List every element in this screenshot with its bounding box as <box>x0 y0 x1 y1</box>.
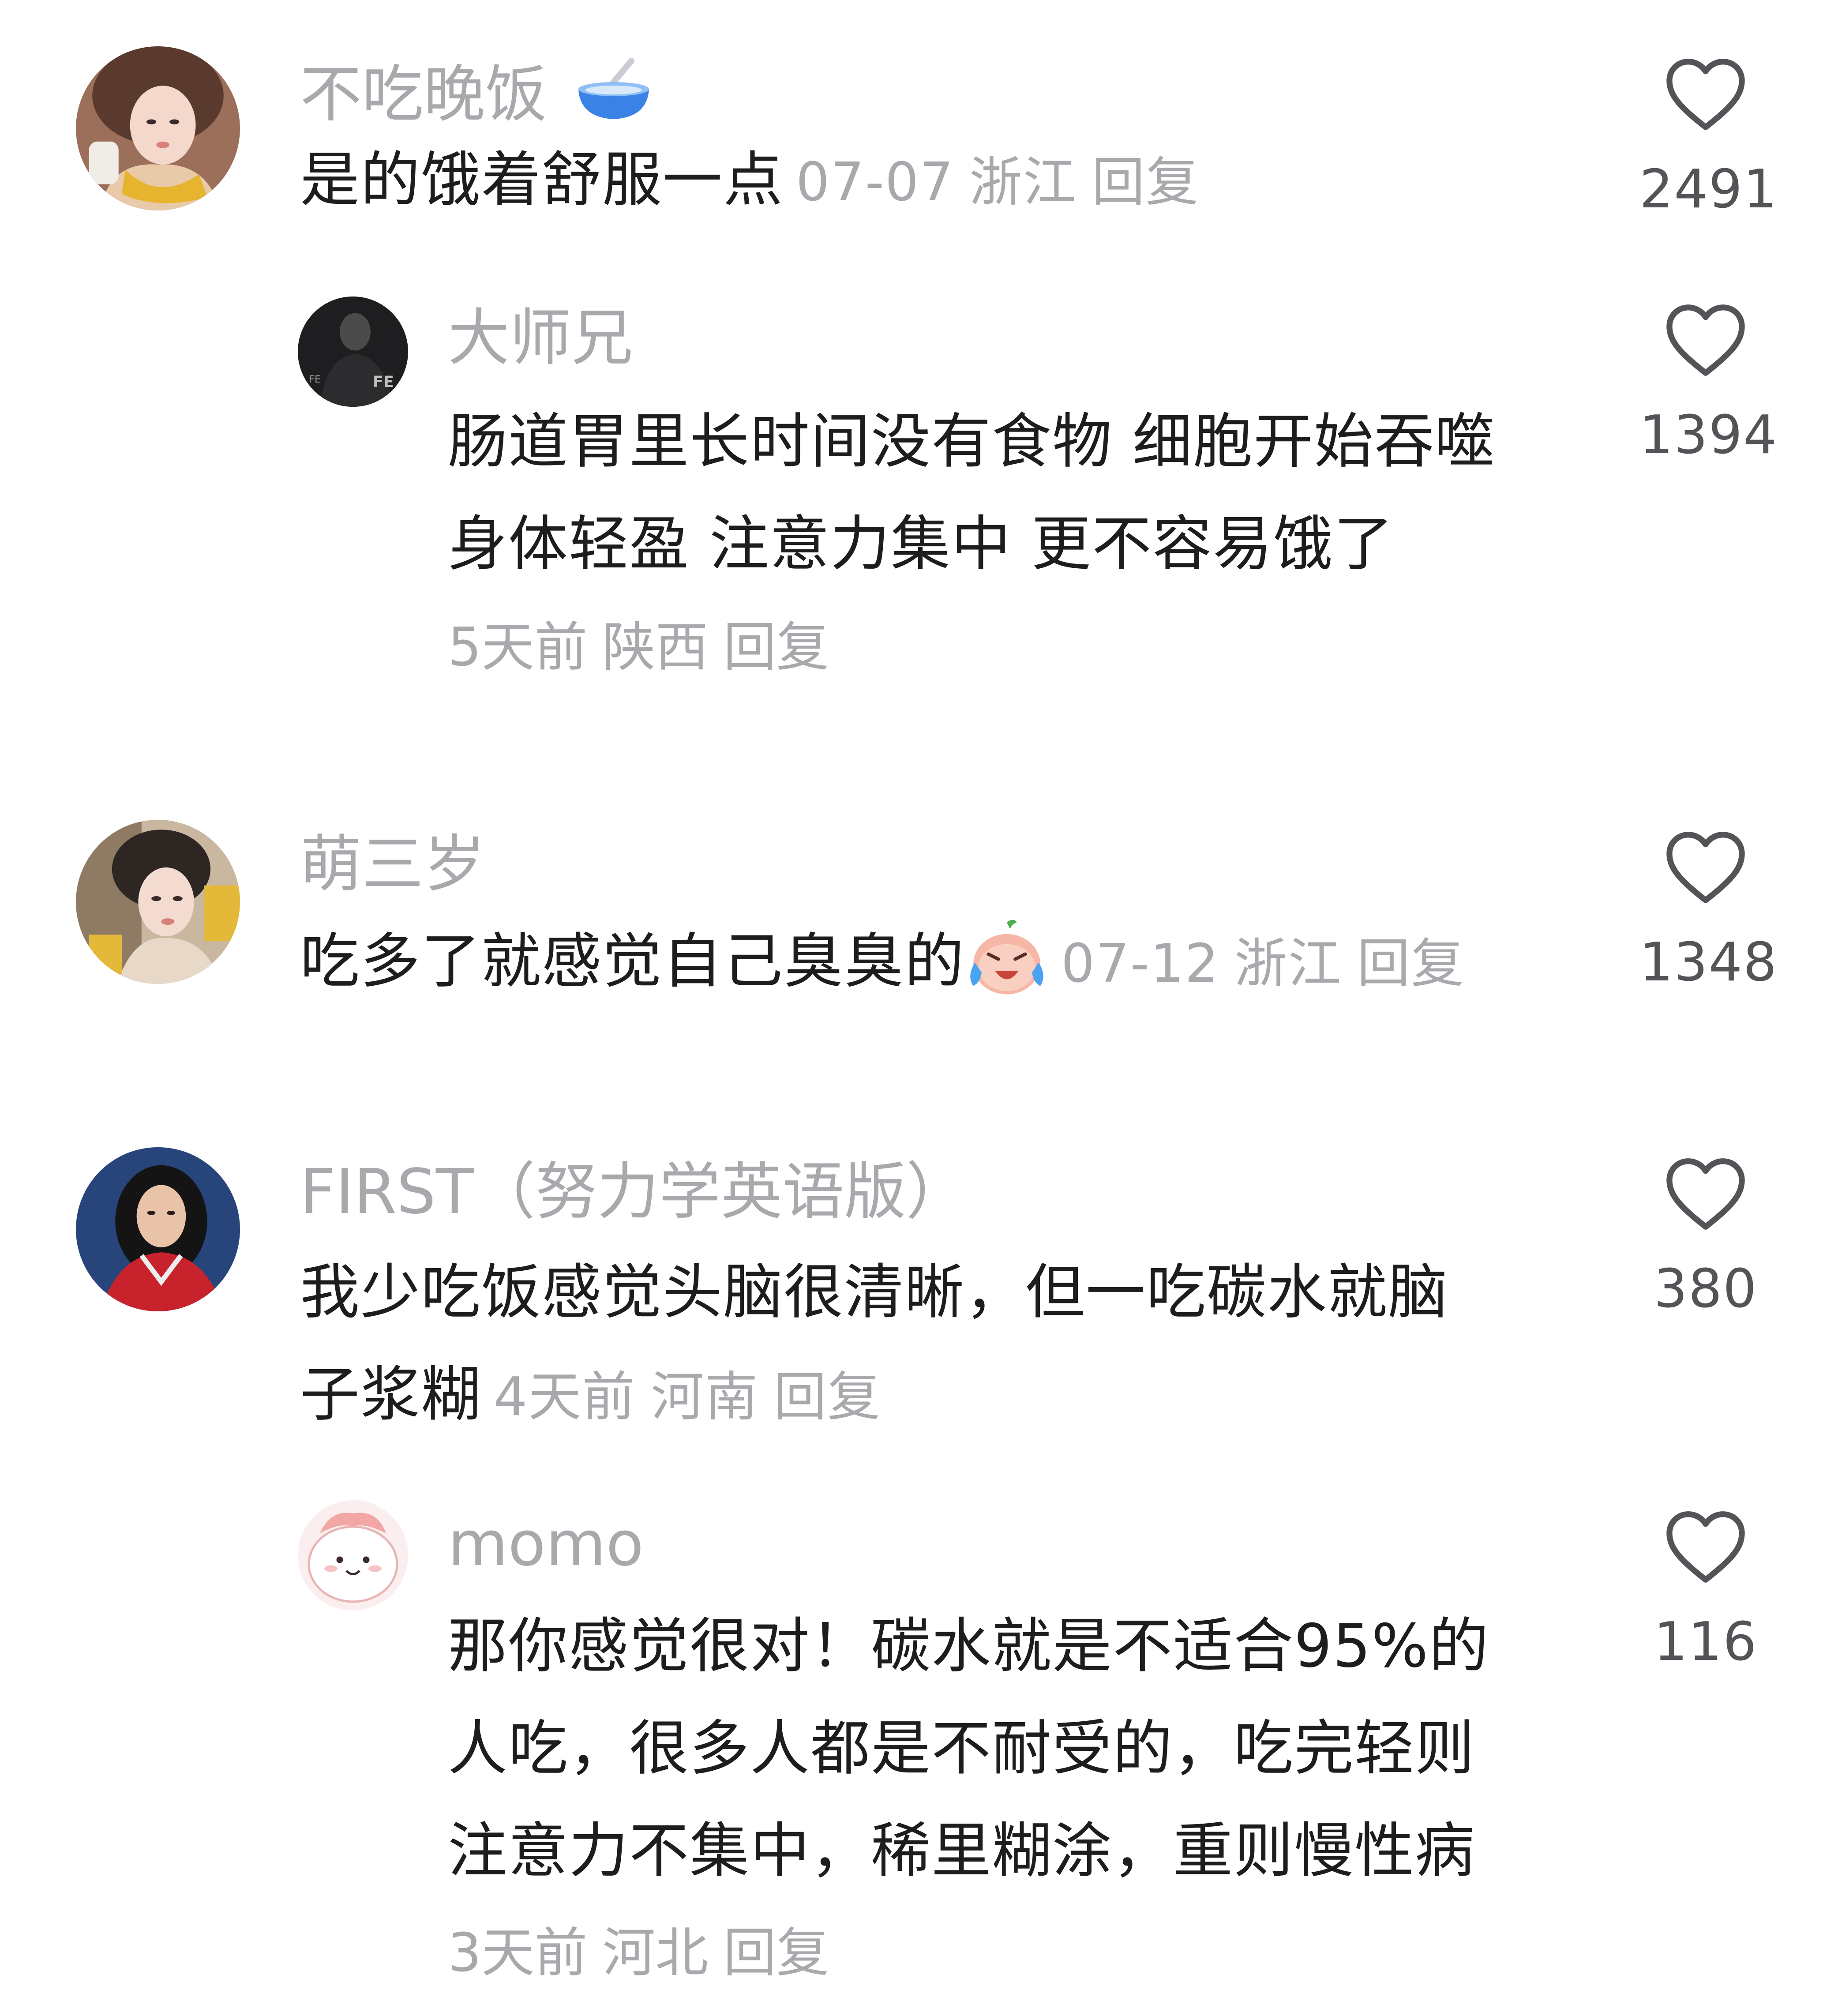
comment-item: FIRST（努力学英语版） 我少吃饭感觉头脑很清晰，但一吃碳水就脑 子浆糊 4天前… <box>0 1130 1823 1483</box>
like-count: 116 <box>1654 1611 1758 1673</box>
svg-text:FE: FE <box>309 374 321 385</box>
bowl-spoon-emoji <box>578 58 649 119</box>
comment-item: 萌三岁 吃多了就感觉自己臭臭的 07-12 浙江 回复 1348 <box>0 794 1823 1130</box>
reply-comment-item: FE FE 大师兄 肠道胃里长时间没有食物 细胞开始吞噬 身体轻盈 注意力集中 … <box>0 247 1823 794</box>
comment-item: 不吃晚饭 是的饿着舒服一点 07-07 浙江 回复 2491 <box>0 0 1823 247</box>
username[interactable]: 不吃晚饭 <box>300 54 658 132</box>
reply-button[interactable]: 回复 <box>723 617 829 678</box>
comment-meta: 3天前 河北 回复 <box>448 1916 844 1991</box>
heart-outline-icon[interactable] <box>1664 1509 1748 1585</box>
comment-location: 河北 <box>602 1922 709 1984</box>
comment-text: 那你感觉很对！碳水就是不适合95%的 人吃，很多人都是不耐受的，吃完轻则 注意力… <box>448 1595 1617 1902</box>
user-avatar-image <box>298 1500 408 1611</box>
comment-body: 吃多了就感觉自己臭臭的 <box>300 927 965 996</box>
reply-button[interactable]: 回复 <box>723 1922 829 1984</box>
reply-comment-item: momo 那你感觉很对！碳水就是不适合95%的 人吃，很多人都是不耐受的，吃完轻… <box>0 1483 1823 2016</box>
user-avatar-image: FE FE <box>298 297 408 407</box>
comment-body: 是的饿着舒服一点 <box>300 145 784 214</box>
comment-text: 吃多了就感觉自己臭臭的 07-12 浙江 回复 <box>300 916 1465 1002</box>
like-count: 2491 <box>1639 159 1778 220</box>
comment-line: 肠道胃里长时间没有食物 细胞开始吞噬 <box>448 407 1495 476</box>
comment-meta: 07-07 浙江 回复 <box>784 152 1200 213</box>
comment-date: 07-07 <box>796 152 954 213</box>
username[interactable]: 大师兄 <box>448 301 633 376</box>
comment-date: 3天前 <box>448 1922 588 1984</box>
comment-location: 陕西 <box>602 617 709 678</box>
like-button[interactable]: 380 <box>1639 1156 1772 1325</box>
like-count: 380 <box>1654 1258 1758 1320</box>
heart-outline-icon[interactable] <box>1664 1156 1748 1232</box>
avatar[interactable] <box>298 1500 408 1611</box>
username-text: 不吃晚饭 <box>300 59 548 131</box>
crying-face-emoji <box>970 920 1043 995</box>
comment-location: 河南 <box>651 1367 759 1428</box>
reply-button[interactable]: 回复 <box>1357 933 1465 995</box>
comment-line-with-meta: 子浆糊 4天前 河南 回复 <box>300 1344 1602 1449</box>
heart-outline-icon[interactable] <box>1664 56 1748 132</box>
reply-button[interactable]: 回复 <box>1092 152 1200 213</box>
comment-date: 4天前 <box>494 1367 636 1428</box>
comment-location: 浙江 <box>969 152 1077 213</box>
svg-text:FE: FE <box>373 373 394 391</box>
avatar[interactable] <box>76 46 240 210</box>
like-button[interactable]: 2491 <box>1639 56 1778 225</box>
like-button[interactable]: 1348 <box>1639 830 1778 998</box>
username[interactable]: FIRST（努力学英语版） <box>300 1155 968 1230</box>
username[interactable]: momo <box>448 1507 644 1582</box>
comment-meta: 4天前 河南 回复 <box>481 1367 881 1428</box>
avatar[interactable]: FE FE <box>298 297 408 407</box>
comment-location: 浙江 <box>1234 933 1342 995</box>
like-button[interactable]: 116 <box>1639 1509 1772 1678</box>
comment-line: 身体轻盈 注意力集中 更不容易饿了 <box>448 509 1394 578</box>
avatar[interactable] <box>76 820 240 984</box>
comment-line: 人吃，很多人都是不耐受的，吃完轻则 <box>448 1714 1475 1783</box>
comment-meta: 5天前 陕西 回复 <box>448 610 844 685</box>
comment-text: 我少吃饭感觉头脑很清晰，但一吃碳水就脑 子浆糊 4天前 河南 回复 <box>300 1241 1602 1449</box>
comment-line: 子浆糊 <box>300 1360 481 1429</box>
comment-line: 注意力不集中，稀里糊涂，重则慢性病 <box>448 1816 1475 1885</box>
user-avatar-image <box>76 820 240 984</box>
comment-date: 5天前 <box>448 617 588 678</box>
reply-button[interactable]: 回复 <box>773 1367 881 1428</box>
comment-date: 07-12 <box>1061 933 1219 995</box>
comment-text: 是的饿着舒服一点 07-07 浙江 回复 <box>300 143 1200 220</box>
heart-outline-icon[interactable] <box>1664 830 1748 905</box>
comment-meta: 07-12 浙江 回复 <box>1049 933 1465 995</box>
avatar[interactable] <box>76 1147 240 1311</box>
like-count: 1348 <box>1639 932 1778 993</box>
user-avatar-image <box>76 1147 240 1311</box>
like-count: 1394 <box>1639 405 1778 466</box>
comment-line: 那你感觉很对！碳水就是不适合95%的 <box>448 1611 1490 1681</box>
comment-text: 肠道胃里长时间没有食物 细胞开始吞噬 身体轻盈 注意力集中 更不容易饿了 <box>448 390 1595 595</box>
user-avatar-image <box>76 46 240 210</box>
like-button[interactable]: 1394 <box>1639 302 1778 471</box>
comment-line: 我少吃饭感觉头脑很清晰，但一吃碳水就脑 <box>300 1258 1448 1327</box>
heart-outline-icon[interactable] <box>1664 302 1748 378</box>
username[interactable]: 萌三岁 <box>300 827 485 902</box>
